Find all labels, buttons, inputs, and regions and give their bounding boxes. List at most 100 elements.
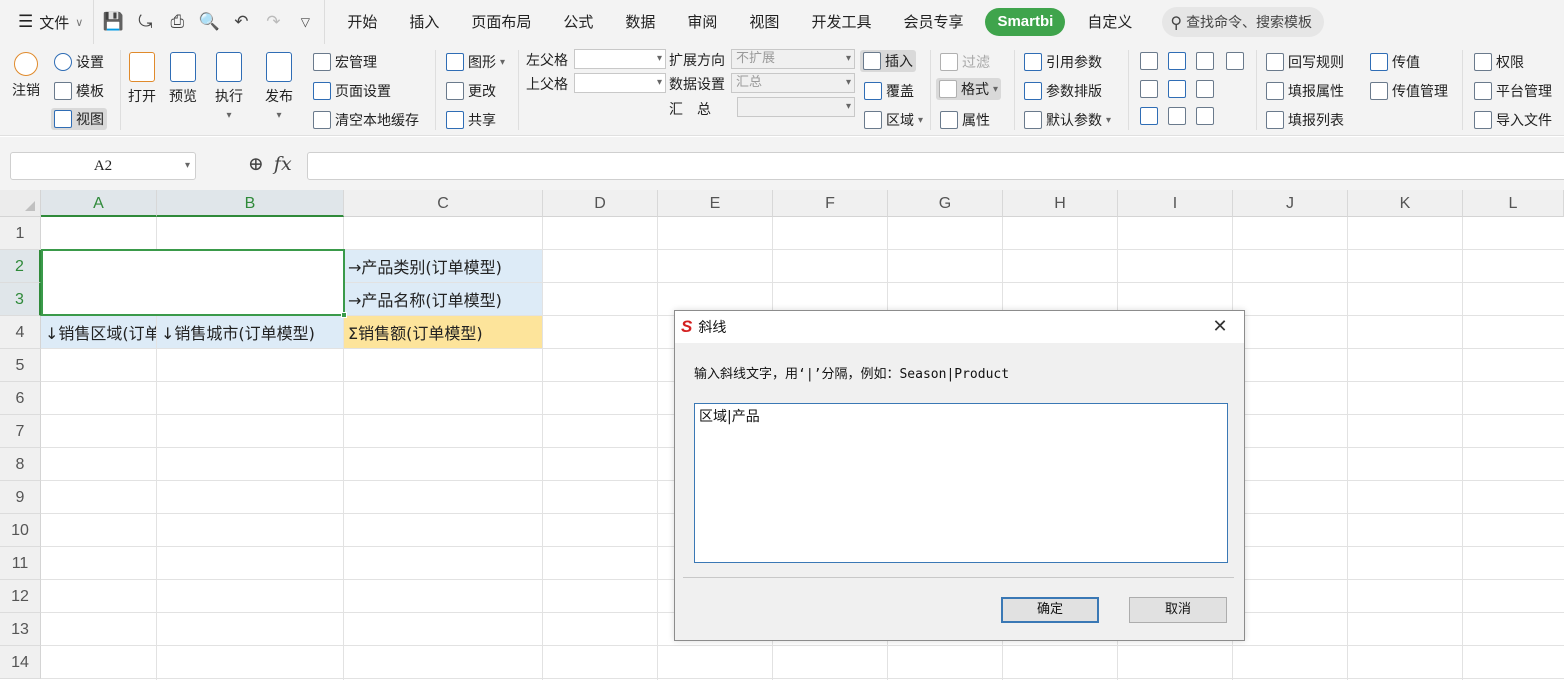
pass-value-mgmt-button[interactable]: 传值管理 [1370,81,1448,101]
row-header-14[interactable]: 14 [0,646,41,679]
region-button[interactable]: 区域 ▾ [864,110,923,130]
tab-developer[interactable]: 开发工具 [795,0,887,44]
column-header-f[interactable]: F [773,190,888,217]
upper-parent-dropdown[interactable] [574,73,666,93]
row-header-7[interactable]: 7 [0,415,41,448]
formula-input[interactable] [307,152,1564,180]
column-header-j[interactable]: J [1233,190,1348,217]
column-header-b[interactable]: B [157,190,344,217]
tab-home[interactable]: 开始 [331,0,393,44]
view-button[interactable]: 视图 [51,108,107,130]
column-header-g[interactable]: G [888,190,1003,217]
writeback-rule-button[interactable]: 回写规则 [1266,52,1344,72]
column-header-h[interactable]: H [1003,190,1118,217]
data-setting-dropdown[interactable]: 汇总 [731,73,855,93]
row-header-5[interactable]: 5 [0,349,41,382]
column-header-a[interactable]: A [41,190,157,217]
insert-mode-button[interactable]: 插入 [860,50,916,72]
row-header-9[interactable]: 9 [0,481,41,514]
permission-button[interactable]: 权限 [1474,52,1524,72]
row-header-2[interactable]: 2 [0,250,41,283]
select-all-corner[interactable] [0,190,41,217]
template-button[interactable]: 模板 [54,81,104,101]
format-button[interactable]: 格式 ▾ [936,78,1002,100]
format-painter-icon[interactable]: ⤿ [134,11,156,33]
column-header-k[interactable]: K [1348,190,1463,217]
change-button[interactable]: 更改 [446,81,496,101]
settings-button[interactable]: 设置 [54,52,104,72]
property-button[interactable]: 属性 [940,110,990,130]
row-header-8[interactable]: 8 [0,448,41,481]
preview-button[interactable]: 预览 [169,52,197,106]
save-icon[interactable]: 💾 [102,11,124,33]
row-header-6[interactable]: 6 [0,382,41,415]
ref-param-button[interactable]: 引用参数 [1024,52,1102,72]
chart-button[interactable]: 图形 ▾ [446,52,505,72]
publish-button[interactable]: 发布 ▾ [265,52,293,121]
name-box[interactable]: A2 [10,152,196,180]
cancel-button[interactable]: 取消 [1129,597,1227,623]
column-header-d[interactable]: D [543,190,658,217]
calendar-control-icon[interactable] [1226,52,1244,70]
image-control-icon[interactable] [1168,80,1186,98]
tab-page-layout[interactable]: 页面布局 [455,0,547,44]
frame-control-icon[interactable] [1196,80,1214,98]
platform-mgmt-button[interactable]: 平台管理 [1474,81,1552,101]
command-search[interactable]: ⚲ 查找命令、搜索模板 [1162,7,1325,37]
dialog-titlebar[interactable]: S 斜线 ✕ [675,311,1244,343]
logout-button[interactable]: 注销 [12,52,40,100]
left-parent-dropdown[interactable] [574,49,666,69]
execute-button[interactable]: 执行 ▾ [215,52,243,121]
selection-range-a2-b3[interactable] [41,249,345,316]
redo-icon[interactable]: ↷ [262,11,284,33]
share-button[interactable]: 共享 [446,110,496,130]
macro-button[interactable]: 宏管理 [313,52,377,72]
customize-dropdown-icon[interactable]: ▽ [294,11,316,33]
default-param-button[interactable]: 默认参数 ▾ [1024,110,1111,130]
undo-icon[interactable]: ↶ [230,11,252,33]
column-header-l[interactable]: L [1463,190,1564,217]
import-file-button[interactable]: 导入文件 [1474,110,1552,130]
cover-mode-button[interactable]: 覆盖 [864,81,914,101]
fill-list-button[interactable]: 填报列表 [1266,110,1344,130]
print-preview-icon[interactable]: 🔍 [198,11,220,33]
file-menu[interactable]: ☰ 文件 ∨ [0,0,93,44]
textarea-control-icon[interactable] [1196,107,1214,125]
tab-review[interactable]: 审阅 [671,0,733,44]
tree-control-icon[interactable] [1140,80,1158,98]
column-header-e[interactable]: E [658,190,773,217]
tab-smartbi[interactable]: Smartbi [985,8,1066,36]
fill-property-button[interactable]: 填报属性 [1266,81,1344,101]
row-header-4[interactable]: 4 [0,316,41,349]
tab-formulas[interactable]: 公式 [547,0,609,44]
tab-view[interactable]: 视图 [733,0,795,44]
tab-custom[interactable]: 自定义 [1071,0,1148,44]
filter-button[interactable]: 过滤 [940,52,990,72]
ok-button[interactable]: 确定 [1001,597,1099,623]
cell-c2[interactable]: →产品类别(订单模型) [344,250,542,282]
dropdown-control-icon[interactable] [1168,52,1186,70]
print-icon[interactable]: ⎙ [166,11,188,33]
cell-b4[interactable]: ↓销售城市(订单模型) [157,316,343,348]
cell-c3[interactable]: →产品名称(订单模型) [344,283,542,315]
close-icon[interactable]: ✕ [1210,317,1230,337]
tab-insert[interactable]: 插入 [393,0,455,44]
open-button[interactable]: 打开 [128,52,156,106]
list-control-icon[interactable] [1196,52,1214,70]
row-header-10[interactable]: 10 [0,514,41,547]
clear-cache-button[interactable]: 清空本地缓存 [313,110,419,130]
fill-handle[interactable] [341,312,347,318]
param-layout-button[interactable]: 参数排版 [1024,81,1102,101]
column-header-c[interactable]: C [344,190,543,217]
column-header-i[interactable]: I [1118,190,1233,217]
row-header-3[interactable]: 3 [0,283,41,316]
fx-icon[interactable]: fx [274,153,292,175]
pass-value-button[interactable]: 传值 [1370,52,1420,72]
cell-c4[interactable]: Σ销售额(订单模型) [344,316,542,348]
page-setup-button[interactable]: 页面设置 [313,81,391,101]
row-header-1[interactable]: 1 [0,217,41,250]
diagonal-text-input[interactable]: 区域|产品 [694,403,1228,563]
tab-data[interactable]: 数据 [609,0,671,44]
expand-direction-dropdown[interactable]: 不扩展 [731,49,855,69]
cell-a4[interactable]: ↓销售区域(订单模型) [41,316,156,348]
